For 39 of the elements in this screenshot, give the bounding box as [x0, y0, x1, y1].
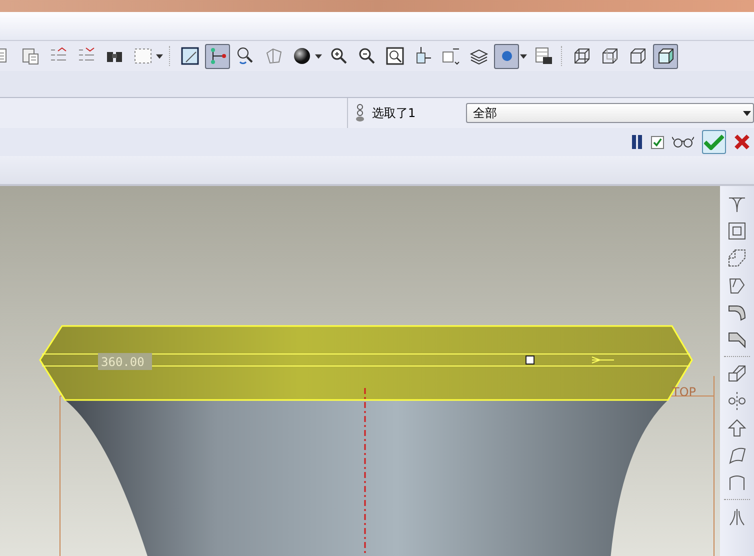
datum-label: TOP [672, 385, 696, 399]
caret-icon [156, 54, 163, 58]
shading-button[interactable] [653, 44, 678, 68]
surface-icon [727, 445, 747, 465]
selection-count: 选取了1 [372, 104, 417, 122]
direction-arrow[interactable] [592, 356, 614, 364]
pause-icon[interactable] [631, 135, 643, 149]
draft-icon [727, 248, 747, 268]
dimension-background [98, 353, 152, 370]
zoom-out-icon [356, 46, 376, 66]
move-icon [727, 364, 747, 384]
mirror-icon [727, 391, 747, 411]
check-icon [704, 134, 724, 150]
caret-icon [520, 54, 527, 58]
datum-points-button[interactable] [205, 44, 230, 68]
caret-icon [743, 110, 751, 116]
shading-icon [656, 46, 676, 66]
table-camera-icon [534, 46, 554, 66]
sphere-icon [292, 46, 312, 66]
drag-handle[interactable] [526, 356, 534, 364]
refit-icon [384, 46, 404, 66]
offset-icon [727, 418, 747, 438]
selection-box-icon [132, 46, 152, 66]
filter-dropdown[interactable]: 全部 [466, 103, 754, 123]
preview-checkbox[interactable] [651, 136, 664, 148]
filter-icon[interactable] [354, 103, 366, 123]
glasses-icon[interactable] [672, 136, 694, 148]
zoom-in-icon [328, 46, 348, 66]
ok-button[interactable] [702, 130, 726, 154]
saved-view-button[interactable] [494, 44, 519, 68]
sketch-display-icon [180, 46, 200, 66]
shell-icon [727, 221, 747, 241]
paste-icon [20, 46, 40, 66]
cancel-icon[interactable] [734, 134, 750, 150]
hidden-line-icon [600, 46, 620, 66]
wireframe-icon [572, 46, 592, 66]
split-icon [727, 507, 747, 527]
no-hidden-icon [628, 46, 648, 66]
caret-icon [315, 54, 322, 58]
